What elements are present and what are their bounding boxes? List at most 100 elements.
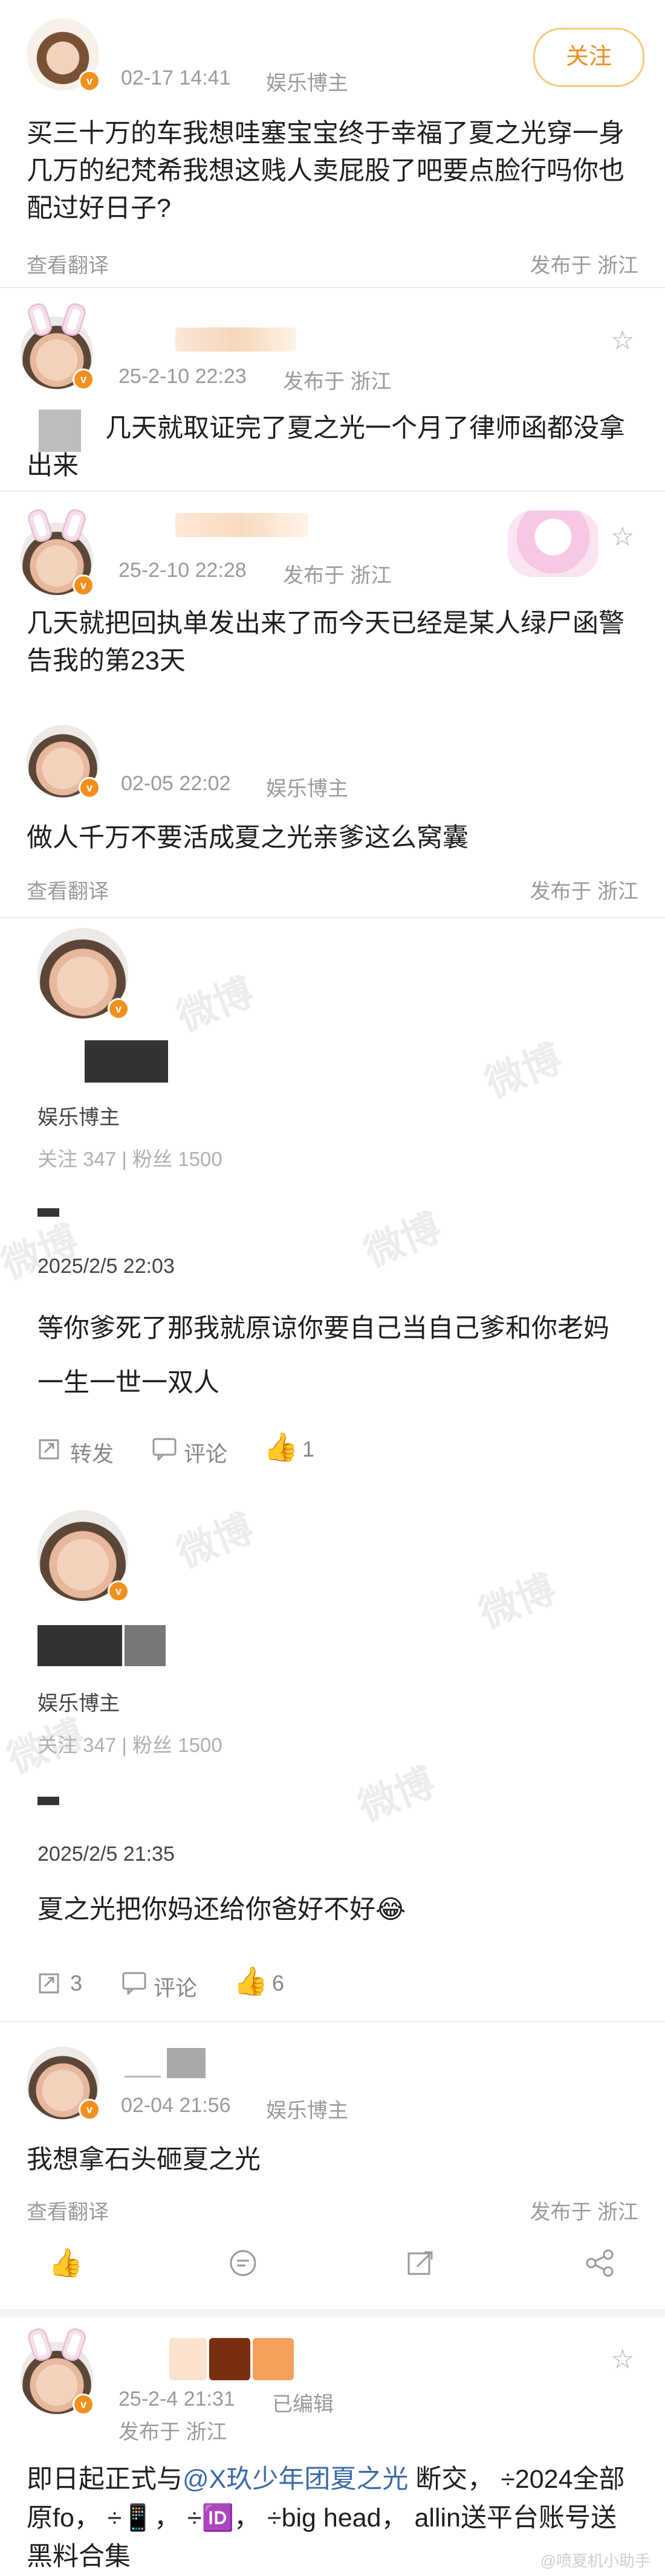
star-icon[interactable]: ☆ bbox=[611, 521, 634, 552]
post-text-a: 即日起正式与 bbox=[27, 2465, 183, 2494]
redacted-mark bbox=[37, 1797, 59, 1805]
avatar[interactable]: v bbox=[21, 317, 94, 390]
edited-label: 已编辑 bbox=[272, 2393, 334, 2416]
post-3: v 02-04 21:56 娱乐博主 我想拿石头砸夏之光 查看翻译 发布于 浙江… bbox=[0, 2023, 665, 2279]
verified-badge-icon: v bbox=[79, 70, 100, 92]
post-date: 2025/2/5 22:03 bbox=[37, 1255, 175, 1278]
comment-button[interactable]: 评论 bbox=[184, 1437, 227, 1468]
watermark: 微博 bbox=[352, 1760, 441, 1829]
translate-link[interactable]: 查看翻译 bbox=[27, 875, 109, 904]
verified-badge-icon: v bbox=[108, 998, 129, 1020]
user-tag: 娱乐博主 bbox=[37, 1106, 120, 1129]
redacted-username bbox=[37, 1625, 122, 1666]
redacted-username bbox=[85, 1040, 168, 1083]
location-text: 发布于 浙江 bbox=[530, 254, 638, 277]
post-text: 夏之光把你妈还给你爸好不好😂 bbox=[37, 1895, 406, 1924]
reply-1: v 25-2-10 22:23 发布于 浙江 ☆ 几天就取证完了夏之光一个月了律… bbox=[0, 289, 665, 488]
translate-link[interactable]: 查看翻译 bbox=[27, 2195, 109, 2225]
redacted-username bbox=[125, 1625, 166, 1666]
verified-badge-icon: v bbox=[73, 369, 94, 390]
comment-icon[interactable] bbox=[151, 1437, 178, 1461]
avatar[interactable]: v bbox=[21, 2342, 94, 2415]
profile-card-1: 微博 微博 微博 微博 v 娱乐博主 关注 347 | 粉丝 1500 2025… bbox=[0, 919, 665, 1469]
post-time: 02-04 21:56 bbox=[121, 2094, 231, 2117]
star-icon[interactable]: ☆ bbox=[611, 2344, 634, 2375]
post-time: 25-2-4 21:31 bbox=[118, 2388, 235, 2410]
follow-stats: 关注 347 | 粉丝 1500 bbox=[37, 1734, 222, 1756]
post-text: 做人千万不要活成夏之光亲爹这么窝囊 bbox=[27, 823, 469, 852]
verified-badge-icon: v bbox=[73, 575, 94, 596]
mention-link[interactable]: @X玖少年团夏之光 bbox=[183, 2465, 408, 2494]
watermark: 微博 bbox=[358, 1205, 447, 1275]
watermark: 微博 bbox=[171, 1506, 259, 1576]
reply-time: 25-2-10 22:28 bbox=[118, 559, 247, 582]
avatar[interactable]: v bbox=[27, 18, 100, 92]
like-icon[interactable]: 👍 bbox=[264, 1431, 298, 1464]
location-text: 发布于 浙江 bbox=[530, 880, 638, 903]
watermark: 微博 bbox=[473, 1567, 562, 1636]
divider bbox=[0, 491, 665, 492]
like-count: 6 bbox=[272, 1971, 285, 1995]
repost-count: 3 bbox=[70, 1971, 83, 1995]
location-text: 发布于 浙江 bbox=[118, 2421, 227, 2444]
redacted-mark bbox=[37, 1208, 59, 1217]
reply-text: 几天就取证完了夏之光一个月了律师函都没拿出来 bbox=[27, 414, 625, 480]
sticker-image bbox=[508, 510, 598, 577]
username-blurred bbox=[253, 2338, 294, 2380]
location-text: 发布于 浙江 bbox=[283, 370, 392, 393]
follow-button[interactable]: 关注 bbox=[533, 28, 644, 87]
username-blurred bbox=[175, 327, 296, 352]
user-tag: 娱乐博主 bbox=[266, 778, 348, 800]
like-icon[interactable]: 👍 bbox=[233, 1965, 268, 1998]
translate-link[interactable]: 查看翻译 bbox=[27, 249, 109, 279]
verified-badge-icon: v bbox=[79, 2099, 100, 2120]
avatar[interactable]: v bbox=[27, 2047, 100, 2120]
user-tag: 娱乐博主 bbox=[266, 2099, 348, 2122]
avatar[interactable]: v bbox=[37, 928, 129, 1020]
watermark: 微博 bbox=[479, 1036, 568, 1106]
verified-badge-icon: v bbox=[73, 2394, 94, 2415]
post-2: v 02-05 22:02 娱乐博主 做人千万不要活成夏之光亲爹这么窝囊 查看翻… bbox=[0, 695, 665, 915]
post-1: v 02-17 14:41 娱乐博主 关注 买三十万的车我想哇塞宝宝终于幸福了夏… bbox=[0, 0, 665, 284]
reply-text: 几天就把回执单发出来了而今天已经是某人绿尸函警告我的第23天 bbox=[27, 609, 624, 675]
username-blurred bbox=[169, 2338, 207, 2380]
username-blurred bbox=[167, 2048, 206, 2078]
username-blurred bbox=[125, 2076, 161, 2078]
repost-icon[interactable] bbox=[37, 1971, 62, 1995]
username-blurred bbox=[175, 513, 308, 537]
follow-stats: 关注 347 | 粉丝 1500 bbox=[37, 1148, 222, 1170]
comment-button[interactable]: 评论 bbox=[154, 1971, 197, 2002]
post-4: v 25-2-4 21:31 已编辑 发布于 浙江 ☆ 即日起正式与@X玖少年团… bbox=[0, 2320, 665, 2576]
repost-icon[interactable] bbox=[37, 1437, 62, 1461]
avatar[interactable]: v bbox=[37, 1510, 129, 1602]
username-blurred bbox=[209, 2338, 250, 2380]
location-text: 发布于 浙江 bbox=[530, 2201, 638, 2224]
divider bbox=[0, 287, 665, 288]
watermark: 微博 bbox=[171, 970, 259, 1039]
post-time: 02-05 22:02 bbox=[121, 772, 231, 795]
reply-2: v 25-2-10 22:28 发布于 浙江 ☆ 几天就把回执单发出来了而今天已… bbox=[0, 492, 665, 692]
source-watermark: @喷夏机小助手 bbox=[540, 2552, 650, 2570]
reply-time: 25-2-10 22:23 bbox=[118, 365, 247, 388]
comment-icon[interactable] bbox=[121, 1971, 148, 1995]
verified-badge-icon: v bbox=[79, 777, 100, 799]
divider bbox=[0, 2021, 665, 2022]
divider bbox=[0, 2309, 665, 2317]
more-share-icon[interactable] bbox=[584, 2247, 615, 2279]
share-icon[interactable] bbox=[405, 2247, 436, 2279]
like-count: 1 bbox=[302, 1437, 315, 1461]
location-text: 发布于 浙江 bbox=[283, 564, 392, 587]
user-tag: 娱乐博主 bbox=[37, 1692, 120, 1715]
user-tag: 娱乐博主 bbox=[266, 72, 348, 95]
avatar[interactable]: v bbox=[21, 523, 94, 596]
comment-icon[interactable] bbox=[227, 2247, 259, 2279]
divider bbox=[0, 917, 665, 918]
like-icon[interactable]: 👍 bbox=[48, 2246, 83, 2279]
post-date: 2025/2/5 21:35 bbox=[37, 1843, 175, 1866]
repost-button[interactable]: 转发 bbox=[70, 1437, 114, 1468]
post-text: 买三十万的车我想哇塞宝宝终于幸福了夏之光穿一身几万的纪梵希我想这贱人卖屁股了吧要… bbox=[27, 119, 624, 223]
avatar[interactable]: v bbox=[27, 725, 100, 799]
star-icon[interactable]: ☆ bbox=[611, 325, 634, 356]
post-text: 我想拿石头砸夏之光 bbox=[27, 2145, 261, 2174]
profile-card-2: 微博 微博 微博 微博 v 娱乐博主 关注 347 | 粉丝 1500 2025… bbox=[0, 1474, 665, 2018]
